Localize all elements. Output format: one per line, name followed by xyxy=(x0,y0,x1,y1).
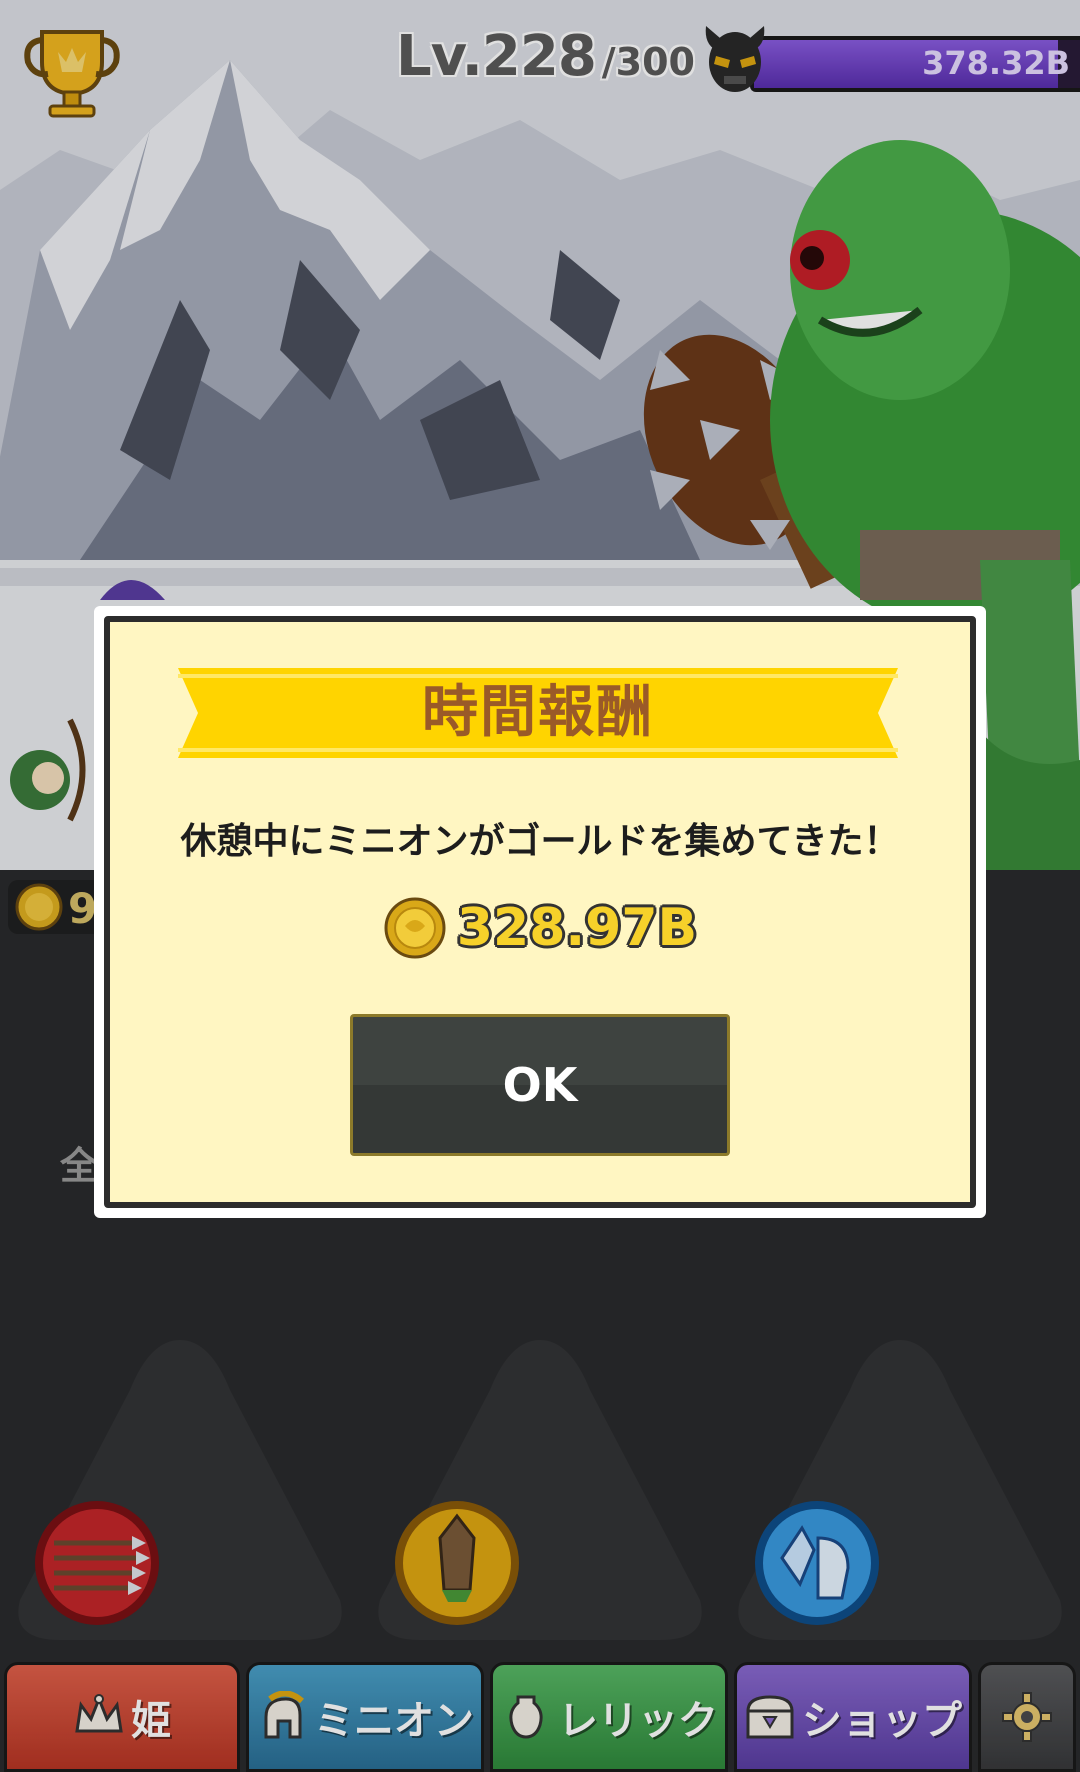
dialog-title: 時間報酬 xyxy=(422,680,654,745)
reward-row: 328.97B xyxy=(94,896,986,960)
time-reward-dialog: 時間報酬 休憩中にミニオンがゴールドを集めてきた！ 328.97B OK xyxy=(94,606,986,1218)
dialog-message: 休憩中にミニオンがゴールドを集めてきた！ xyxy=(180,821,900,862)
reward-amount: 328.97B xyxy=(456,898,698,958)
ok-button[interactable]: OK xyxy=(350,1014,730,1156)
gold-coin-icon xyxy=(384,897,446,959)
